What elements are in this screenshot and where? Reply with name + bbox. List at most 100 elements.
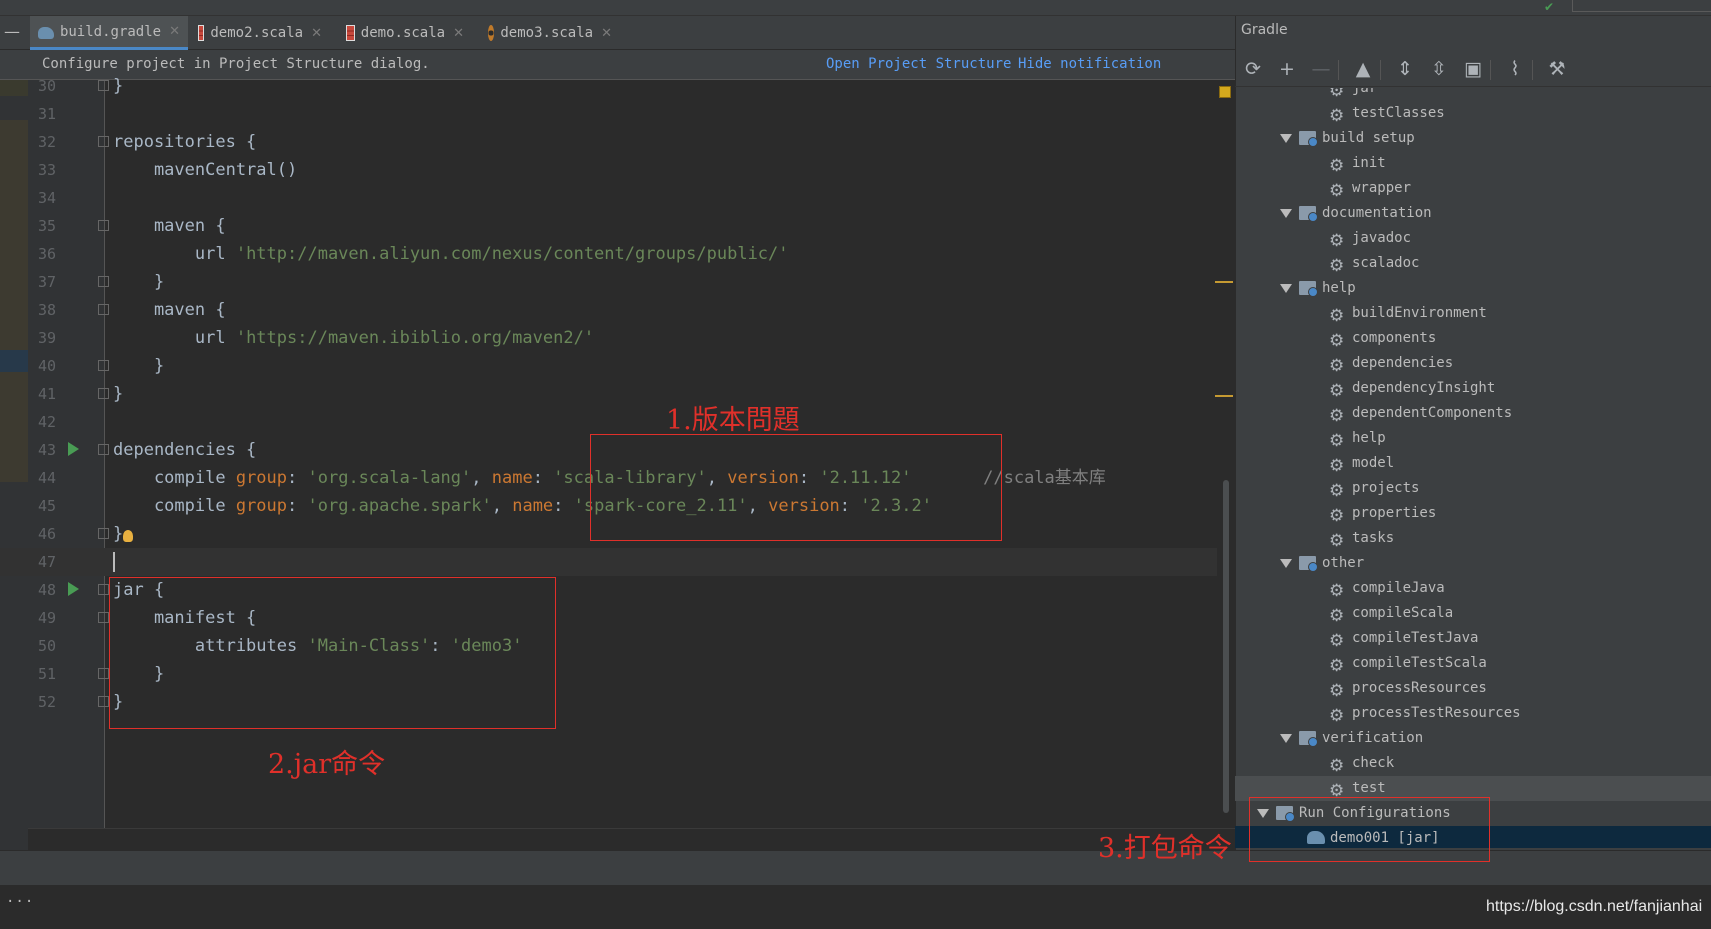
close-icon[interactable]: ✕	[453, 26, 464, 41]
tree-task-model[interactable]: ⚙ model	[1235, 451, 1711, 476]
tree-task-jar[interactable]: ⚙ jar	[1235, 88, 1711, 101]
tree-task-compilejava[interactable]: ⚙ compileJava	[1235, 576, 1711, 601]
fold-icon[interactable]	[98, 612, 109, 623]
lightbulb-icon[interactable]	[123, 530, 133, 542]
horizontal-scrollbar[interactable]	[28, 828, 1235, 850]
tree-label: verification	[1322, 730, 1424, 746]
open-project-structure-link[interactable]: Open Project Structure	[826, 56, 1011, 72]
code-line[interactable]: 30}	[0, 72, 1235, 100]
gradle-task-tree[interactable]: ⚙ jar ⚙ testClasses build setup ⚙ init ⚙ wrapper…	[1235, 88, 1711, 848]
tab-build-gradle[interactable]: build.gradle ✕	[30, 16, 188, 50]
expand-arrow-icon[interactable]	[1280, 209, 1292, 218]
toggle-offline-icon[interactable]: ⌇	[1502, 56, 1528, 82]
fold-icon[interactable]	[98, 668, 109, 679]
tree-task-buildenvironment[interactable]: ⚙ buildEnvironment	[1235, 301, 1711, 326]
hide-panel-icon[interactable]: —	[4, 24, 20, 40]
tree-task-testclasses[interactable]: ⚙ testClasses	[1235, 101, 1711, 126]
tree-task-init[interactable]: ⚙ init	[1235, 151, 1711, 176]
run-gutter-icon[interactable]	[68, 442, 79, 456]
warning-marker[interactable]	[1219, 86, 1231, 98]
fold-icon[interactable]	[98, 388, 109, 399]
wrench-icon[interactable]: ⚒	[1544, 56, 1570, 82]
tree-task-compiletestjava[interactable]: ⚙ compileTestJava	[1235, 626, 1711, 651]
tree-task-dependentcomponents[interactable]: ⚙ dependentComponents	[1235, 401, 1711, 426]
tree-task-check[interactable]: ⚙ check	[1235, 751, 1711, 776]
tree-group-help[interactable]: help	[1235, 276, 1711, 301]
hide-notification-link[interactable]: Hide notification	[1018, 56, 1161, 72]
remove-icon[interactable]: —	[1308, 56, 1334, 82]
code-line[interactable]: 37 }	[0, 268, 1235, 296]
tree-task-compilescala[interactable]: ⚙ compileScala	[1235, 601, 1711, 626]
scala-file-icon	[346, 25, 355, 41]
code-line[interactable]: 42	[0, 408, 1235, 436]
expand-arrow-icon[interactable]	[1280, 734, 1292, 743]
expand-arrow-icon[interactable]	[1280, 134, 1292, 143]
code-line[interactable]: 38 maven {	[0, 296, 1235, 324]
code-line[interactable]: 35 maven {	[0, 212, 1235, 240]
add-icon[interactable]: +	[1274, 56, 1300, 82]
tree-task-dependencies[interactable]: ⚙ dependencies	[1235, 351, 1711, 376]
tree-group-verification[interactable]: verification	[1235, 726, 1711, 751]
tree-task-dependencyinsight[interactable]: ⚙ dependencyInsight	[1235, 376, 1711, 401]
code-line[interactable]: 39 url 'https://maven.ibiblio.org/maven2…	[0, 324, 1235, 352]
fold-icon[interactable]	[98, 360, 109, 371]
close-icon[interactable]: ✕	[169, 24, 180, 39]
close-icon[interactable]: ✕	[311, 26, 322, 41]
fold-icon[interactable]	[98, 220, 109, 231]
tree-task-javadoc[interactable]: ⚙ javadoc	[1235, 226, 1711, 251]
code-line[interactable]: 41}	[0, 380, 1235, 408]
tree-task-wrapper[interactable]: ⚙ wrapper	[1235, 176, 1711, 201]
tree-group-other[interactable]: other	[1235, 551, 1711, 576]
fold-icon[interactable]	[98, 584, 109, 595]
expand-all-icon[interactable]: ⇕	[1392, 56, 1418, 82]
tree-task-tasks[interactable]: ⚙ tasks	[1235, 526, 1711, 551]
expand-arrow-icon[interactable]	[1280, 559, 1292, 568]
vertical-scrollbar[interactable]	[1223, 480, 1229, 813]
fold-icon[interactable]	[98, 136, 109, 147]
tree-label: other	[1322, 555, 1365, 571]
code-line[interactable]: 36 url 'http://maven.aliyun.com/nexus/co…	[0, 240, 1235, 268]
tab-label: demo.scala	[360, 25, 446, 41]
line-number: 39	[37, 329, 56, 347]
tree-label: tasks	[1352, 530, 1395, 546]
fold-icon[interactable]	[98, 304, 109, 315]
refresh-icon[interactable]: ⟳	[1240, 56, 1266, 82]
tree-group-documentation[interactable]: documentation	[1235, 201, 1711, 226]
folder-icon[interactable]: ▣	[1460, 56, 1486, 82]
tree-task-help[interactable]: ⚙ help	[1235, 426, 1711, 451]
tab-demo-scala[interactable]: demo.scala ✕	[338, 16, 472, 50]
fold-icon[interactable]	[98, 696, 109, 707]
tree-task-scaladoc[interactable]: ⚙ scaladoc	[1235, 251, 1711, 276]
tree-task-components[interactable]: ⚙ components	[1235, 326, 1711, 351]
gradle-elephant-icon[interactable]: ▲	[1350, 56, 1376, 82]
fold-icon[interactable]	[98, 276, 109, 287]
tree-task-processresources[interactable]: ⚙ processResources	[1235, 676, 1711, 701]
code-line[interactable]: 32 repositories {	[0, 128, 1235, 156]
tree-task-properties[interactable]: ⚙ properties	[1235, 501, 1711, 526]
code-line[interactable]: 34	[0, 184, 1235, 212]
run-gutter-icon[interactable]	[68, 582, 79, 596]
expand-arrow-icon[interactable]	[1280, 284, 1292, 293]
code-line[interactable]: 31	[0, 100, 1235, 128]
tab-demo2-scala[interactable]: demo2.scala ✕	[190, 16, 330, 50]
fold-icon[interactable]	[98, 528, 109, 539]
tree-task-compiletestscala[interactable]: ⚙ compileTestScala	[1235, 651, 1711, 676]
code-line[interactable]: 33 mavenCentral()	[0, 156, 1235, 184]
tree-label: properties	[1352, 505, 1437, 521]
code-line[interactable]: 40 }	[0, 352, 1235, 380]
stripe-marker[interactable]	[1215, 395, 1233, 397]
code-line[interactable]: 47	[0, 548, 1235, 576]
fold-icon[interactable]	[98, 444, 109, 455]
close-icon[interactable]: ✕	[601, 26, 612, 41]
fold-icon[interactable]	[98, 80, 109, 91]
tab-demo3-scala[interactable]: demo3.scala ✕	[480, 16, 620, 50]
tree-task-processtestresources[interactable]: ⚙ processTestResources	[1235, 701, 1711, 726]
run-arrow-icon[interactable]: ✔	[1544, 0, 1554, 14]
tree-group-build-setup[interactable]: build setup	[1235, 126, 1711, 151]
tree-task-projects[interactable]: ⚙ projects	[1235, 476, 1711, 501]
stripe-marker[interactable]	[1215, 281, 1233, 283]
status-bar	[0, 885, 1711, 929]
run-config-selector[interactable]	[1572, 0, 1711, 12]
code-text: }	[113, 76, 124, 96]
collapse-all-icon[interactable]: ⇳	[1426, 56, 1452, 82]
